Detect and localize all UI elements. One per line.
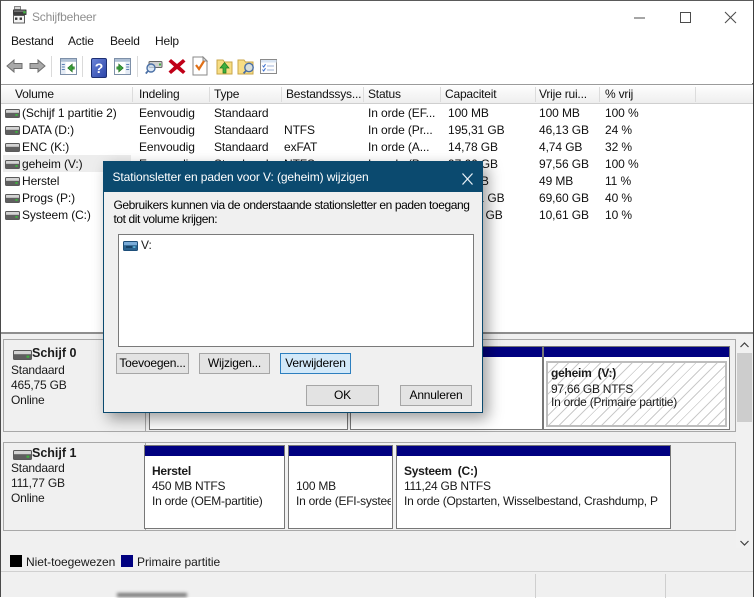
svg-text:?: ? xyxy=(95,60,104,76)
